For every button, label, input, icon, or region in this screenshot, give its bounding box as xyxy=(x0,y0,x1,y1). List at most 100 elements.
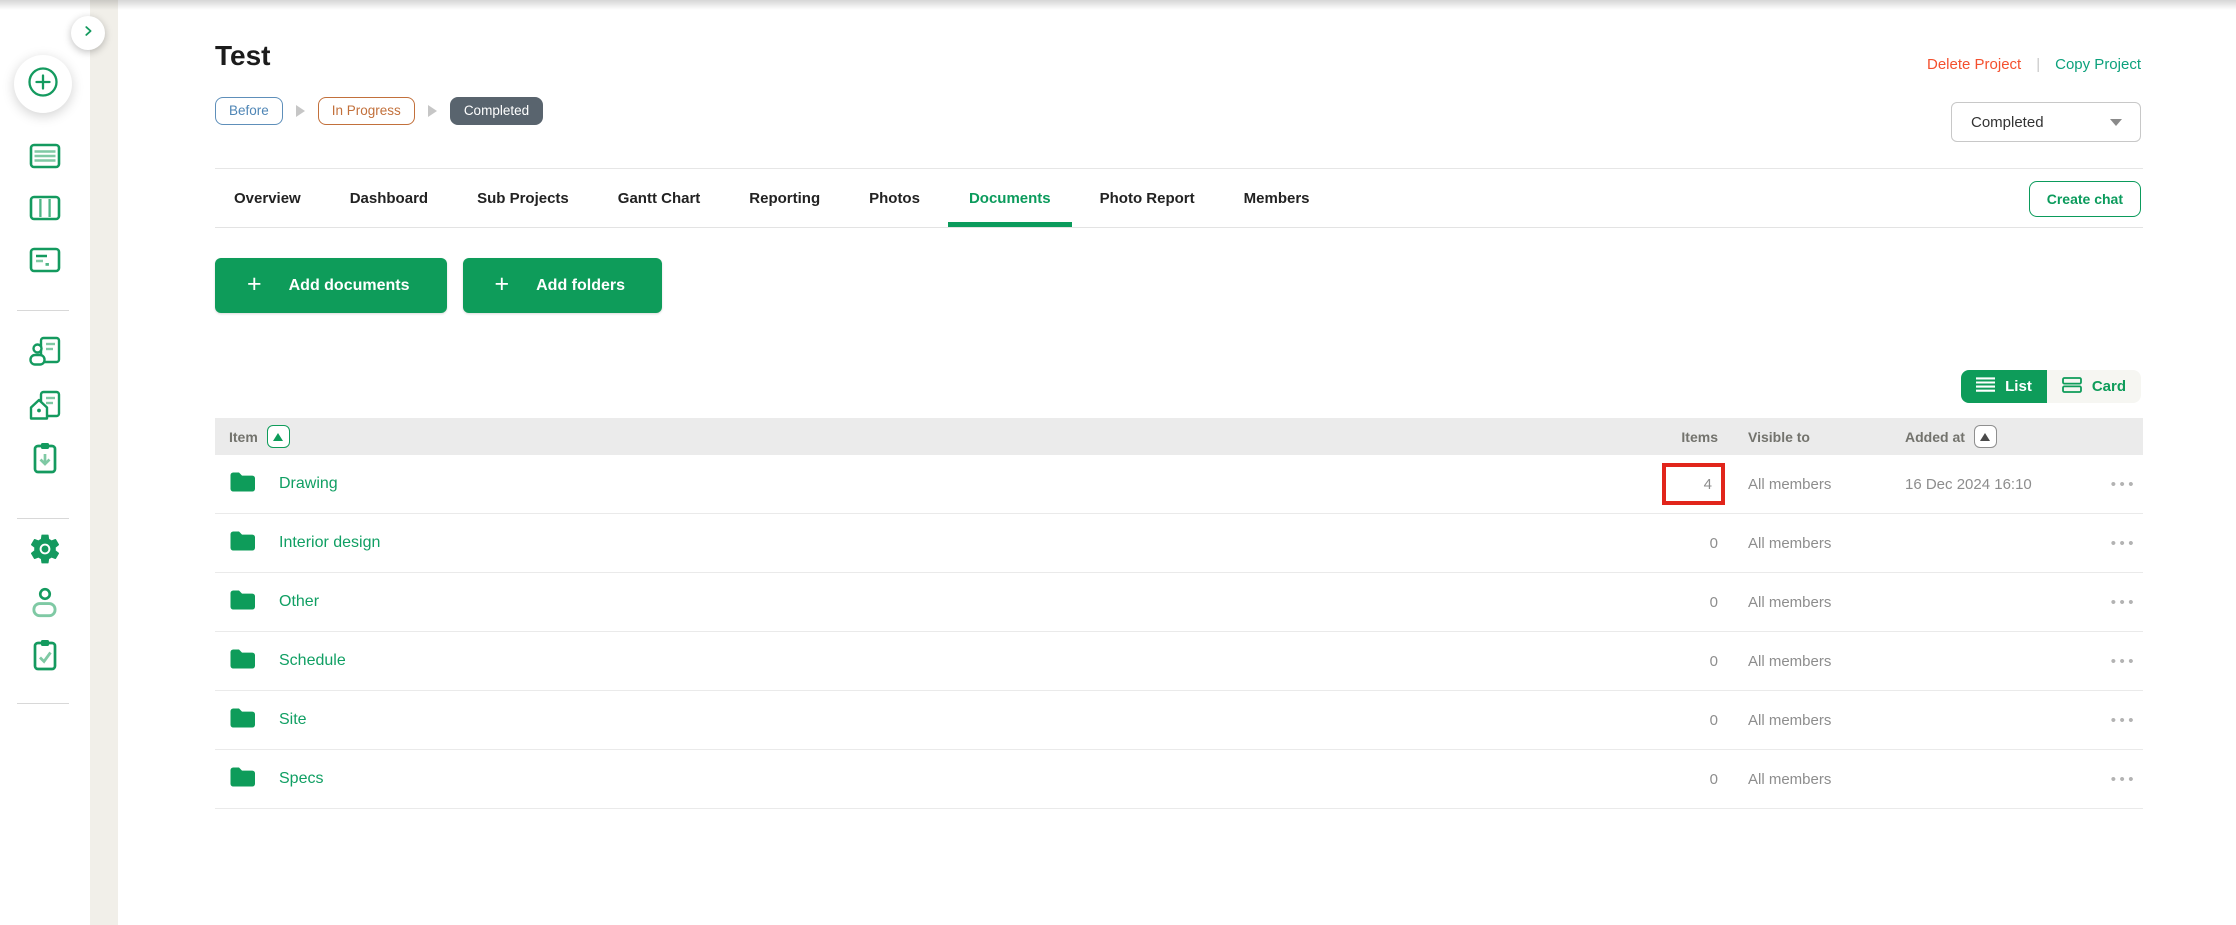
stage-arrow-icon xyxy=(428,105,437,117)
tasks-inbox-icon xyxy=(27,441,63,480)
tab-members[interactable]: Members xyxy=(1244,169,1310,227)
sidebar-expand-button[interactable] xyxy=(71,16,105,50)
folder-icon xyxy=(229,589,256,615)
view-toggle-list[interactable]: List xyxy=(1961,370,2047,403)
sidebar-item-board-view[interactable] xyxy=(26,193,64,227)
sort-added-at-button[interactable] xyxy=(1974,425,1997,448)
folder-name: Site xyxy=(279,711,307,729)
notes-icon xyxy=(27,243,63,282)
items-count: 0 xyxy=(1710,594,1718,611)
annotation-highlight-box: 4 xyxy=(1662,463,1725,505)
column-header-item: Item xyxy=(229,429,258,445)
top-shadow xyxy=(0,0,2236,10)
tab-overview[interactable]: Overview xyxy=(234,169,301,227)
sidebar-item-clients[interactable] xyxy=(26,337,64,371)
row-menu-button[interactable]: ••• xyxy=(2111,653,2137,670)
card-view-icon xyxy=(2062,377,2082,397)
checklist-icon xyxy=(27,638,63,677)
table-header-row: Item Items Visible to Added at xyxy=(215,418,2143,455)
items-count-cell: 0 xyxy=(1603,535,1718,552)
copy-project-link[interactable]: Copy Project xyxy=(2055,56,2141,73)
sidebar-item-notes[interactable] xyxy=(26,245,64,279)
sidebar-item-tasks-inbox[interactable] xyxy=(26,443,64,477)
visible-to-cell: All members xyxy=(1718,594,1871,611)
project-stage-breadcrumb: Before In Progress Completed xyxy=(215,97,543,125)
folder-link[interactable]: Interior design xyxy=(215,530,1603,556)
table-body: Drawing 4 All members 16 Dec 2024 16:10 … xyxy=(215,455,2143,809)
folder-link[interactable]: Specs xyxy=(215,766,1603,792)
folder-link[interactable]: Schedule xyxy=(215,648,1603,674)
view-toggle-card[interactable]: Card xyxy=(2047,370,2141,403)
chevron-down-icon xyxy=(2110,119,2122,126)
create-chat-button[interactable]: Create chat xyxy=(2029,181,2141,217)
project-actions: Delete Project | Copy Project xyxy=(1927,56,2141,73)
sidebar-background-strip xyxy=(90,0,118,925)
table-row: Schedule 0 All members ••• xyxy=(215,632,2143,691)
stage-badge-in-progress[interactable]: In Progress xyxy=(318,97,415,125)
folder-icon xyxy=(229,648,256,674)
sort-asc-icon xyxy=(273,433,283,441)
items-count-cell: 0 xyxy=(1603,771,1718,788)
sidebar-item-checklist[interactable] xyxy=(26,640,64,674)
view-toggle-card-label: Card xyxy=(2092,378,2126,395)
stage-badge-completed[interactable]: Completed xyxy=(450,97,543,125)
table-row: Interior design 0 All members ••• xyxy=(215,514,2143,573)
view-toggle: List Card xyxy=(1961,370,2141,403)
add-folders-button[interactable]: + Add folders xyxy=(463,258,663,313)
add-documents-button[interactable]: + Add documents xyxy=(215,258,447,313)
folder-link[interactable]: Drawing xyxy=(215,471,1603,497)
visible-to-cell: All members xyxy=(1718,712,1871,729)
sidebar xyxy=(0,0,90,925)
column-header-added-at: Added at xyxy=(1905,429,1965,445)
tab-photos[interactable]: Photos xyxy=(869,169,920,227)
tabs-bar: Overview Dashboard Sub Projects Gantt Chart… xyxy=(215,168,2143,228)
row-menu-button[interactable]: ••• xyxy=(2111,594,2137,611)
items-count: 0 xyxy=(1710,771,1718,788)
settings-gear-icon xyxy=(27,531,63,572)
table-row: Specs 0 All members ••• xyxy=(215,750,2143,809)
row-menu-button[interactable]: ••• xyxy=(2111,476,2137,493)
row-menu-button[interactable]: ••• xyxy=(2111,712,2137,729)
folder-icon xyxy=(229,707,256,733)
table-view-icon xyxy=(27,139,63,178)
items-count-cell: 0 xyxy=(1603,594,1718,611)
folder-link[interactable]: Other xyxy=(215,589,1603,615)
delete-project-link[interactable]: Delete Project xyxy=(1927,56,2021,73)
tab-documents[interactable]: Documents xyxy=(969,169,1051,227)
main-content: Test Before In Progress Completed Delete… xyxy=(215,0,2143,925)
folder-name: Interior design xyxy=(279,534,380,552)
add-plus-icon xyxy=(21,60,65,109)
folder-link[interactable]: Site xyxy=(215,707,1603,733)
folder-name: Other xyxy=(279,593,319,611)
sidebar-item-profile[interactable] xyxy=(26,588,64,622)
row-menu-button[interactable]: ••• xyxy=(2111,771,2137,788)
tab-dashboard[interactable]: Dashboard xyxy=(350,169,428,227)
tab-gantt-chart[interactable]: Gantt Chart xyxy=(618,169,701,227)
sidebar-item-table-view[interactable] xyxy=(26,141,64,175)
plus-icon: + xyxy=(495,272,510,297)
visible-to-cell: All members xyxy=(1718,476,1871,493)
folder-name: Schedule xyxy=(279,652,346,670)
items-count-cell: 4 xyxy=(1603,463,1718,505)
folder-name: Drawing xyxy=(279,475,338,493)
items-count-cell: 0 xyxy=(1603,653,1718,670)
sort-item-button[interactable] xyxy=(267,425,290,448)
table-row: Drawing 4 All members 16 Dec 2024 16:10 … xyxy=(215,455,2143,514)
sidebar-divider xyxy=(17,703,69,704)
view-toggle-list-label: List xyxy=(2005,378,2032,395)
visible-to-cell: All members xyxy=(1718,535,1871,552)
row-menu-button[interactable]: ••• xyxy=(2111,535,2137,552)
tab-photo-report[interactable]: Photo Report xyxy=(1100,169,1195,227)
documents-toolbar: + Add documents + Add folders xyxy=(215,258,662,313)
project-status-dropdown[interactable]: Completed xyxy=(1951,102,2141,142)
project-status-value: Completed xyxy=(1971,114,2044,131)
add-new-button[interactable] xyxy=(14,55,72,113)
tab-sub-projects[interactable]: Sub Projects xyxy=(477,169,569,227)
board-view-icon xyxy=(27,191,63,230)
sidebar-divider xyxy=(17,518,69,519)
tab-reporting[interactable]: Reporting xyxy=(749,169,820,227)
stage-badge-before[interactable]: Before xyxy=(215,97,283,125)
folder-name: Specs xyxy=(279,770,323,788)
sidebar-item-projects[interactable] xyxy=(26,391,64,425)
sidebar-item-settings[interactable] xyxy=(26,534,64,568)
